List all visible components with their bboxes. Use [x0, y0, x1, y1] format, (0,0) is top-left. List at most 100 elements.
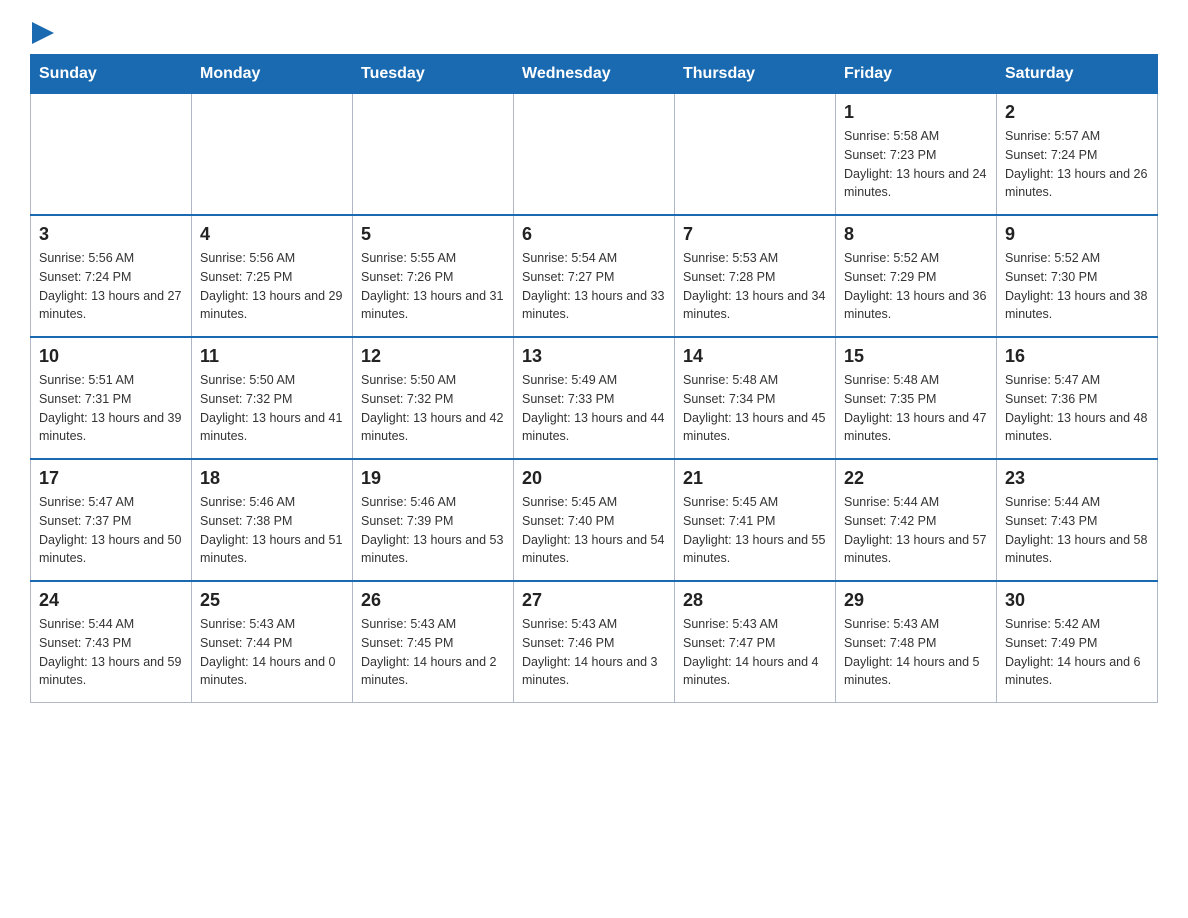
calendar-cell [31, 94, 192, 216]
day-number: 2 [1005, 102, 1149, 123]
day-info: Sunrise: 5:43 AMSunset: 7:46 PMDaylight:… [522, 615, 666, 690]
day-info: Sunrise: 5:49 AMSunset: 7:33 PMDaylight:… [522, 371, 666, 446]
day-number: 1 [844, 102, 988, 123]
day-number: 14 [683, 346, 827, 367]
calendar-cell: 30 Sunrise: 5:42 AMSunset: 7:49 PMDayligh… [997, 581, 1158, 703]
calendar-cell: 9 Sunrise: 5:52 AMSunset: 7:30 PMDaylight… [997, 215, 1158, 337]
day-number: 30 [1005, 590, 1149, 611]
day-info: Sunrise: 5:48 AMSunset: 7:34 PMDaylight:… [683, 371, 827, 446]
day-number: 23 [1005, 468, 1149, 489]
day-number: 3 [39, 224, 183, 245]
day-info: Sunrise: 5:43 AMSunset: 7:47 PMDaylight:… [683, 615, 827, 690]
day-number: 11 [200, 346, 344, 367]
day-info: Sunrise: 5:53 AMSunset: 7:28 PMDaylight:… [683, 249, 827, 324]
day-number: 22 [844, 468, 988, 489]
day-number: 9 [1005, 224, 1149, 245]
day-number: 29 [844, 590, 988, 611]
calendar-cell: 25 Sunrise: 5:43 AMSunset: 7:44 PMDayligh… [192, 581, 353, 703]
calendar-week-row: 17 Sunrise: 5:47 AMSunset: 7:37 PMDayligh… [31, 459, 1158, 581]
day-number: 18 [200, 468, 344, 489]
day-number: 16 [1005, 346, 1149, 367]
day-number: 20 [522, 468, 666, 489]
day-info: Sunrise: 5:44 AMSunset: 7:43 PMDaylight:… [39, 615, 183, 690]
day-info: Sunrise: 5:48 AMSunset: 7:35 PMDaylight:… [844, 371, 988, 446]
calendar-cell: 11 Sunrise: 5:50 AMSunset: 7:32 PMDayligh… [192, 337, 353, 459]
calendar-cell: 19 Sunrise: 5:46 AMSunset: 7:39 PMDayligh… [353, 459, 514, 581]
day-info: Sunrise: 5:52 AMSunset: 7:29 PMDaylight:… [844, 249, 988, 324]
calendar-cell: 10Sunrise: 5:51 AMSunset: 7:31 PMDayligh… [31, 337, 192, 459]
calendar-cell [353, 94, 514, 216]
day-info: Sunrise: 5:54 AMSunset: 7:27 PMDaylight:… [522, 249, 666, 324]
calendar-cell: 29Sunrise: 5:43 AMSunset: 7:48 PMDayligh… [836, 581, 997, 703]
calendar-cell: 14 Sunrise: 5:48 AMSunset: 7:34 PMDayligh… [675, 337, 836, 459]
calendar-cell: 1Sunrise: 5:58 AMSunset: 7:23 PMDaylight… [836, 94, 997, 216]
calendar-week-row: 24Sunrise: 5:44 AMSunset: 7:43 PMDayligh… [31, 581, 1158, 703]
weekday-header-wednesday: Wednesday [514, 55, 675, 94]
calendar-cell [514, 94, 675, 216]
day-info: Sunrise: 5:44 AMSunset: 7:42 PMDaylight:… [844, 493, 988, 568]
day-number: 8 [844, 224, 988, 245]
day-number: 15 [844, 346, 988, 367]
calendar-cell: 7 Sunrise: 5:53 AMSunset: 7:28 PMDaylight… [675, 215, 836, 337]
day-info: Sunrise: 5:45 AMSunset: 7:41 PMDaylight:… [683, 493, 827, 568]
calendar-cell: 20 Sunrise: 5:45 AMSunset: 7:40 PMDayligh… [514, 459, 675, 581]
day-number: 21 [683, 468, 827, 489]
calendar-cell: 24Sunrise: 5:44 AMSunset: 7:43 PMDayligh… [31, 581, 192, 703]
day-number: 5 [361, 224, 505, 245]
day-number: 25 [200, 590, 344, 611]
calendar-cell: 4 Sunrise: 5:56 AMSunset: 7:25 PMDaylight… [192, 215, 353, 337]
calendar-cell [192, 94, 353, 216]
calendar-cell: 26Sunrise: 5:43 AMSunset: 7:45 PMDayligh… [353, 581, 514, 703]
day-info: Sunrise: 5:51 AMSunset: 7:31 PMDaylight:… [39, 371, 183, 446]
day-info: Sunrise: 5:56 AMSunset: 7:25 PMDaylight:… [200, 249, 344, 324]
day-number: 7 [683, 224, 827, 245]
logo-arrow-icon [32, 22, 54, 44]
day-number: 28 [683, 590, 827, 611]
calendar-cell [675, 94, 836, 216]
calendar-cell: 13Sunrise: 5:49 AMSunset: 7:33 PMDayligh… [514, 337, 675, 459]
page-header [30, 20, 1158, 44]
day-info: Sunrise: 5:50 AMSunset: 7:32 PMDaylight:… [361, 371, 505, 446]
calendar-cell: 22 Sunrise: 5:44 AMSunset: 7:42 PMDayligh… [836, 459, 997, 581]
calendar-week-row: 10Sunrise: 5:51 AMSunset: 7:31 PMDayligh… [31, 337, 1158, 459]
day-info: Sunrise: 5:43 AMSunset: 7:45 PMDaylight:… [361, 615, 505, 690]
day-info: Sunrise: 5:47 AMSunset: 7:36 PMDaylight:… [1005, 371, 1149, 446]
day-info: Sunrise: 5:57 AMSunset: 7:24 PMDaylight:… [1005, 127, 1149, 202]
weekday-header-monday: Monday [192, 55, 353, 94]
calendar-cell: 15 Sunrise: 5:48 AMSunset: 7:35 PMDayligh… [836, 337, 997, 459]
calendar-cell: 8 Sunrise: 5:52 AMSunset: 7:29 PMDaylight… [836, 215, 997, 337]
weekday-header-row: SundayMondayTuesdayWednesdayThursdayFrid… [31, 55, 1158, 94]
weekday-header-friday: Friday [836, 55, 997, 94]
day-info: Sunrise: 5:42 AMSunset: 7:49 PMDaylight:… [1005, 615, 1149, 690]
calendar-cell: 3 Sunrise: 5:56 AMSunset: 7:24 PMDaylight… [31, 215, 192, 337]
calendar-cell: 2 Sunrise: 5:57 AMSunset: 7:24 PMDaylight… [997, 94, 1158, 216]
day-number: 12 [361, 346, 505, 367]
day-info: Sunrise: 5:45 AMSunset: 7:40 PMDaylight:… [522, 493, 666, 568]
day-info: Sunrise: 5:52 AMSunset: 7:30 PMDaylight:… [1005, 249, 1149, 324]
day-info: Sunrise: 5:55 AMSunset: 7:26 PMDaylight:… [361, 249, 505, 324]
logo [30, 20, 54, 44]
calendar-week-row: 3 Sunrise: 5:56 AMSunset: 7:24 PMDaylight… [31, 215, 1158, 337]
day-info: Sunrise: 5:43 AMSunset: 7:44 PMDaylight:… [200, 615, 344, 690]
day-info: Sunrise: 5:46 AMSunset: 7:38 PMDaylight:… [200, 493, 344, 568]
calendar-cell: 6Sunrise: 5:54 AMSunset: 7:27 PMDaylight… [514, 215, 675, 337]
calendar-cell: 27 Sunrise: 5:43 AMSunset: 7:46 PMDayligh… [514, 581, 675, 703]
calendar-cell: 17 Sunrise: 5:47 AMSunset: 7:37 PMDayligh… [31, 459, 192, 581]
day-number: 19 [361, 468, 505, 489]
calendar-cell: 21 Sunrise: 5:45 AMSunset: 7:41 PMDayligh… [675, 459, 836, 581]
calendar-cell: 16 Sunrise: 5:47 AMSunset: 7:36 PMDayligh… [997, 337, 1158, 459]
day-number: 27 [522, 590, 666, 611]
weekday-header-thursday: Thursday [675, 55, 836, 94]
weekday-header-tuesday: Tuesday [353, 55, 514, 94]
calendar-cell: 12 Sunrise: 5:50 AMSunset: 7:32 PMDayligh… [353, 337, 514, 459]
day-info: Sunrise: 5:56 AMSunset: 7:24 PMDaylight:… [39, 249, 183, 324]
day-info: Sunrise: 5:46 AMSunset: 7:39 PMDaylight:… [361, 493, 505, 568]
day-info: Sunrise: 5:50 AMSunset: 7:32 PMDaylight:… [200, 371, 344, 446]
calendar-cell: 28 Sunrise: 5:43 AMSunset: 7:47 PMDayligh… [675, 581, 836, 703]
day-number: 17 [39, 468, 183, 489]
day-info: Sunrise: 5:44 AMSunset: 7:43 PMDaylight:… [1005, 493, 1149, 568]
day-number: 4 [200, 224, 344, 245]
calendar-table: SundayMondayTuesdayWednesdayThursdayFrid… [30, 54, 1158, 703]
day-info: Sunrise: 5:47 AMSunset: 7:37 PMDaylight:… [39, 493, 183, 568]
weekday-header-sunday: Sunday [31, 55, 192, 94]
